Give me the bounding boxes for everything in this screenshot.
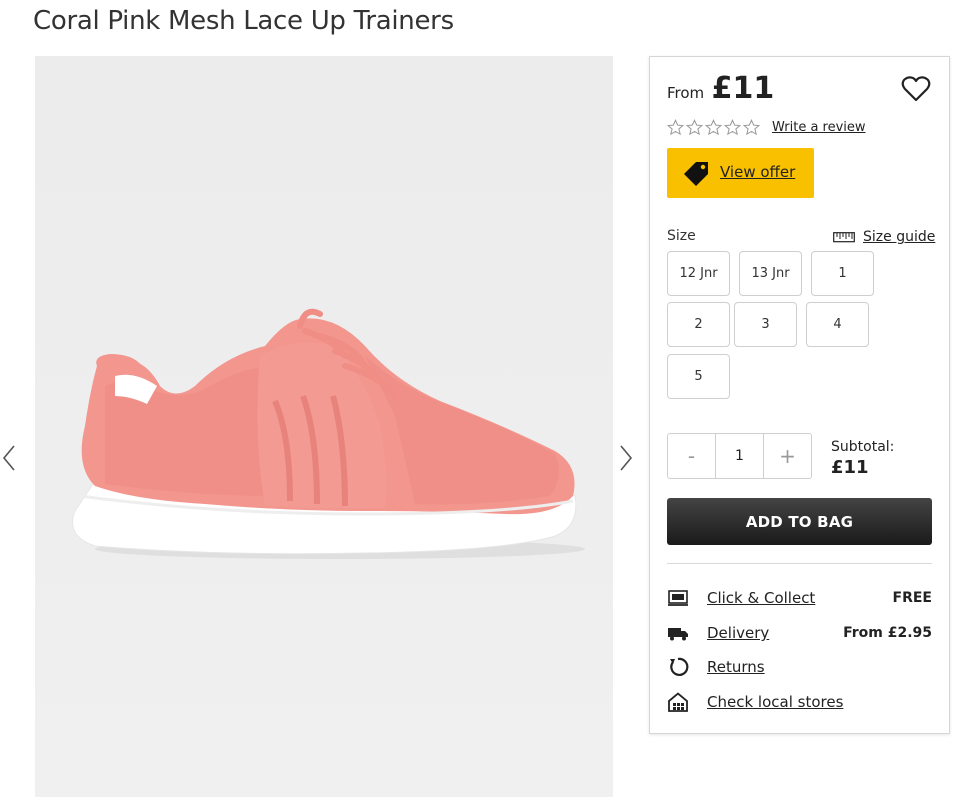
gallery-prev-button[interactable] [0, 443, 20, 473]
size-guide-label: Size guide [863, 229, 936, 245]
size-label: Size [667, 228, 696, 244]
size-option-2[interactable]: 2 [667, 302, 730, 347]
click-collect-price: FREE [892, 590, 932, 606]
star-icon[interactable] [705, 119, 722, 136]
store-icon [668, 692, 688, 712]
click-collect-icon [668, 590, 688, 606]
price-from-label: From [667, 84, 705, 102]
product-image-gallery [35, 56, 613, 797]
add-to-bag-button[interactable]: ADD TO BAG [667, 498, 932, 545]
price-tag-icon [684, 162, 708, 186]
chevron-right-icon [620, 445, 633, 471]
returns-link[interactable]: Returns [707, 658, 765, 676]
size-guide-link[interactable]: Size guide [833, 229, 935, 245]
star-icon[interactable] [743, 119, 760, 136]
star-icon[interactable] [686, 119, 703, 136]
delivery-price: From £2.95 [843, 625, 932, 641]
star-rating [667, 119, 760, 136]
star-icon[interactable] [667, 119, 684, 136]
click-collect-link[interactable]: Click & Collect [707, 589, 815, 607]
quantity-input[interactable] [715, 434, 764, 478]
wishlist-button[interactable] [901, 75, 931, 103]
heart-icon [901, 76, 931, 102]
subtotal-label: Subtotal: [831, 439, 895, 455]
quantity-decrease-button[interactable]: - [668, 434, 715, 478]
delivery-truck-icon [668, 628, 688, 641]
size-option-12-jnr[interactable]: 12 Jnr [667, 251, 730, 296]
size-option-13-jnr[interactable]: 13 Jnr [739, 251, 802, 296]
write-review-link[interactable]: Write a review [772, 120, 866, 135]
delivery-link[interactable]: Delivery [707, 624, 769, 642]
product-purchase-panel: From £11 Write a review View offer Size … [649, 56, 950, 734]
size-option-1[interactable]: 1 [811, 251, 874, 296]
size-option-4[interactable]: 4 [806, 302, 869, 347]
service-row-returns: Returns [667, 655, 932, 679]
ruler-icon [833, 232, 855, 243]
check-local-stores-link[interactable]: Check local stores [707, 693, 843, 711]
chevron-left-icon [2, 445, 15, 471]
size-option-5[interactable]: 5 [667, 354, 730, 399]
service-row-check-stores: Check local stores [667, 690, 932, 714]
view-offer-button[interactable]: View offer [667, 148, 814, 198]
quantity-increase-button[interactable]: + [764, 434, 811, 478]
product-title: Coral Pink Mesh Lace Up Trainers [33, 6, 454, 36]
product-image [72, 308, 585, 559]
view-offer-label: View offer [720, 163, 796, 181]
product-price: £11 [711, 71, 775, 106]
divider [667, 563, 932, 564]
subtotal-value: £11 [831, 457, 869, 478]
star-icon[interactable] [724, 119, 741, 136]
gallery-next-button[interactable] [616, 443, 636, 473]
returns-icon [670, 657, 689, 676]
quantity-stepper: - + [667, 433, 812, 479]
size-option-3[interactable]: 3 [734, 302, 797, 347]
service-row-click-collect: Click & Collect FREE [667, 586, 932, 610]
price-row: From £11 [667, 71, 774, 106]
service-row-delivery: Delivery From £2.95 [667, 621, 932, 645]
